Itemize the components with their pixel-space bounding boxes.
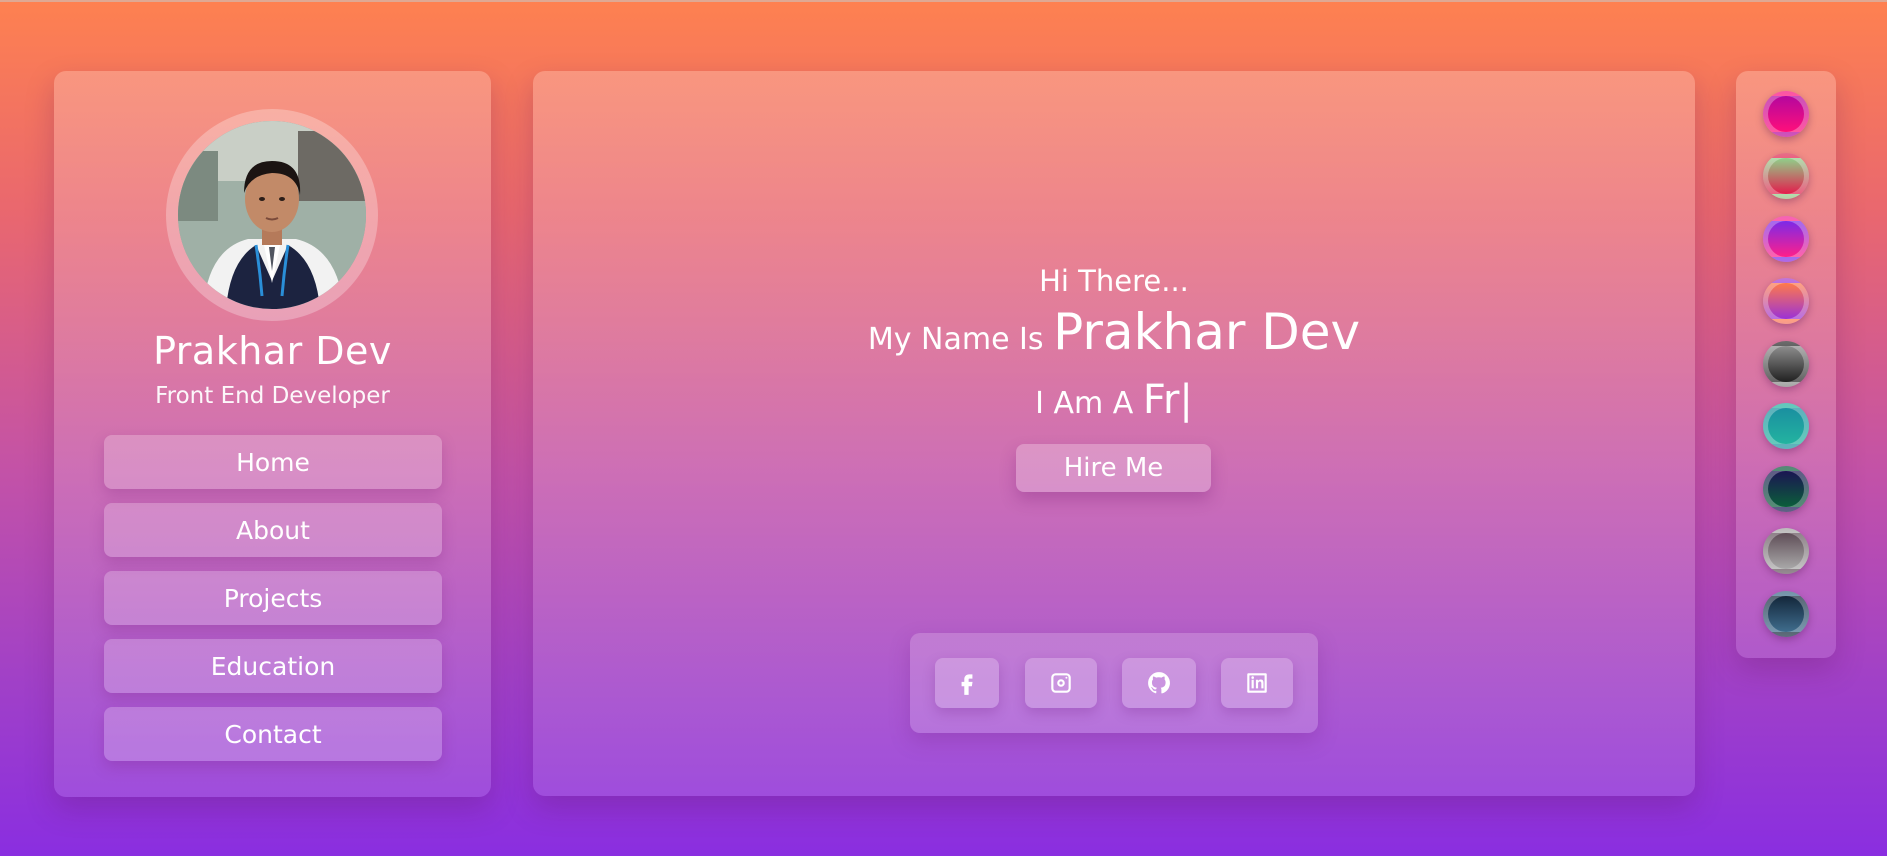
nav-home-button[interactable]: Home bbox=[104, 435, 442, 489]
theme-swatch[interactable] bbox=[1763, 591, 1809, 637]
hero-name-prefix: My Name Is bbox=[867, 322, 1044, 357]
hero-greeting: Hi There... bbox=[1039, 264, 1189, 298]
linkedin-button[interactable] bbox=[1221, 658, 1293, 708]
theme-swatch[interactable] bbox=[1763, 91, 1809, 137]
social-links bbox=[910, 633, 1318, 733]
nav-projects-button[interactable]: Projects bbox=[104, 571, 442, 625]
linkedin-icon bbox=[1247, 673, 1267, 693]
hero-name: Prakhar Dev bbox=[1053, 303, 1361, 361]
profile-photo bbox=[178, 121, 366, 309]
theme-swatch[interactable] bbox=[1763, 403, 1809, 449]
theme-swatch[interactable] bbox=[1763, 216, 1809, 262]
theme-swatch[interactable] bbox=[1763, 466, 1809, 512]
facebook-icon bbox=[961, 674, 973, 695]
github-button[interactable] bbox=[1122, 658, 1196, 708]
avatar-ring bbox=[166, 109, 378, 321]
nav-about-button[interactable]: About bbox=[104, 503, 442, 557]
avatar bbox=[178, 121, 366, 309]
profile-role: Front End Developer bbox=[155, 383, 390, 409]
theme-swatch[interactable] bbox=[1763, 341, 1809, 387]
facebook-button[interactable] bbox=[935, 658, 999, 708]
hire-me-button[interactable]: Hire Me bbox=[1016, 444, 1211, 492]
theme-swatch[interactable] bbox=[1763, 153, 1809, 199]
nav-education-button[interactable]: Education bbox=[104, 639, 442, 693]
profile-panel: Prakhar Dev Front End Developer Home Abo… bbox=[54, 71, 491, 797]
theme-swatch[interactable] bbox=[1763, 278, 1809, 324]
hero-name-line: My Name Is Prakhar Dev bbox=[533, 303, 1695, 361]
instagram-icon bbox=[1051, 673, 1071, 693]
hero-iam-prefix: I Am A bbox=[1035, 386, 1134, 421]
theme-switcher bbox=[1736, 71, 1836, 658]
hero-typed-text: Fr| bbox=[1142, 377, 1193, 423]
instagram-button[interactable] bbox=[1025, 658, 1097, 708]
hero-role-line: I Am A Fr| bbox=[533, 377, 1695, 423]
hero-panel: Hi There... My Name Is Prakhar Dev I Am … bbox=[533, 71, 1695, 796]
top-border bbox=[0, 0, 1887, 2]
profile-name: Prakhar Dev bbox=[153, 329, 392, 373]
github-icon bbox=[1148, 672, 1170, 694]
theme-swatch[interactable] bbox=[1763, 528, 1809, 574]
nav-contact-button[interactable]: Contact bbox=[104, 707, 442, 761]
nav-menu: Home About Projects Education Contact bbox=[104, 435, 442, 775]
